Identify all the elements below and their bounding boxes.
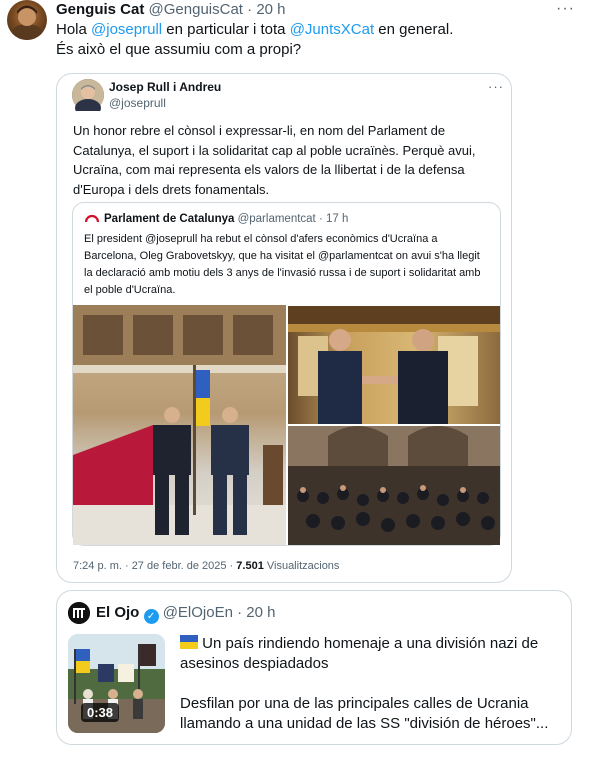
author-name[interactable]: Genguis Cat [56, 1, 144, 18]
el-ojo-time[interactable]: 20 h [246, 604, 275, 621]
el-ojo-name[interactable]: El Ojo [96, 604, 139, 621]
tweet-text: Hola @joseprull en particular i tota @Ju… [56, 20, 576, 60]
second-quoted-line2: Desfilan por una de las principales call… [180, 695, 549, 732]
mention-joseprull[interactable]: @joseprull [91, 21, 162, 38]
parlament-logo-icon [85, 214, 99, 223]
quoted-author-handle[interactable]: @joseprull [109, 96, 166, 110]
photo-staircase-meeting[interactable] [73, 305, 286, 545]
separator: · [237, 604, 243, 621]
quoted-more-icon[interactable]: ··· [488, 79, 504, 94]
quoted-tweet-footer: 7:24 p. m. · 27 de febr. de 2025 · 7.501… [73, 560, 339, 572]
video-duration: 0:38 [81, 703, 120, 722]
quoted-timestamp[interactable]: 7:24 p. m. · 27 de febr. de 2025 · [73, 560, 236, 572]
nested-author-handle[interactable]: @parlamentcat [238, 213, 316, 225]
quoted-author-avatar[interactable] [72, 79, 104, 117]
views-label: Visualitzacions [263, 560, 340, 572]
photo-handshake[interactable] [288, 306, 500, 424]
tweet-text-segment: Hola [56, 21, 92, 38]
nested-author-name[interactable]: Parlament de Catalunya [104, 213, 234, 225]
second-quoted-text: Un país rindiendo homenaje a una divisió… [180, 634, 560, 734]
quoted-tweet-text: Un honor rebre el cònsol i expressar-li,… [73, 123, 476, 197]
author-handle[interactable]: @GenguisCat [149, 1, 243, 18]
author-avatar[interactable] [7, 0, 47, 40]
tweet-text-segment: en particular i tota [162, 21, 290, 38]
el-ojo-avatar[interactable] [68, 602, 90, 624]
photo-parliament-chamber[interactable] [288, 426, 500, 545]
tweet-time[interactable]: 20 h [256, 1, 285, 18]
verified-badge-icon: ✓ [143, 609, 159, 624]
views-count: 7.501 [236, 560, 264, 572]
tweet-text-line2: És això el que assumiu com a propi? [56, 41, 302, 58]
quoted-author-name[interactable]: Josep Rull i Andreu [109, 80, 221, 94]
separator: · [318, 213, 323, 225]
tweet-text-segment: en general. [374, 21, 454, 38]
second-quoted-header: El Ojo ✓ @ElOjoEn · 20 h [96, 604, 276, 624]
el-ojo-handle[interactable]: @ElOjoEn [163, 604, 233, 621]
more-options-icon[interactable]: ··· [556, 0, 575, 18]
tweet-header: Genguis Cat @GenguisCat · 20 h [56, 1, 286, 18]
nested-quote-header: Parlament de Catalunya @parlamentcat · 1… [104, 213, 348, 225]
mention-juntsxcat[interactable]: @JuntsXCat [290, 21, 374, 38]
nested-quote-text: El president @joseprull ha rebut el còns… [84, 233, 481, 296]
ukraine-flag-icon [180, 635, 198, 649]
nested-time[interactable]: 17 h [326, 213, 348, 225]
separator: · [247, 1, 253, 18]
second-quoted-line1: Un país rindiendo homenaje a una divisió… [180, 635, 539, 672]
